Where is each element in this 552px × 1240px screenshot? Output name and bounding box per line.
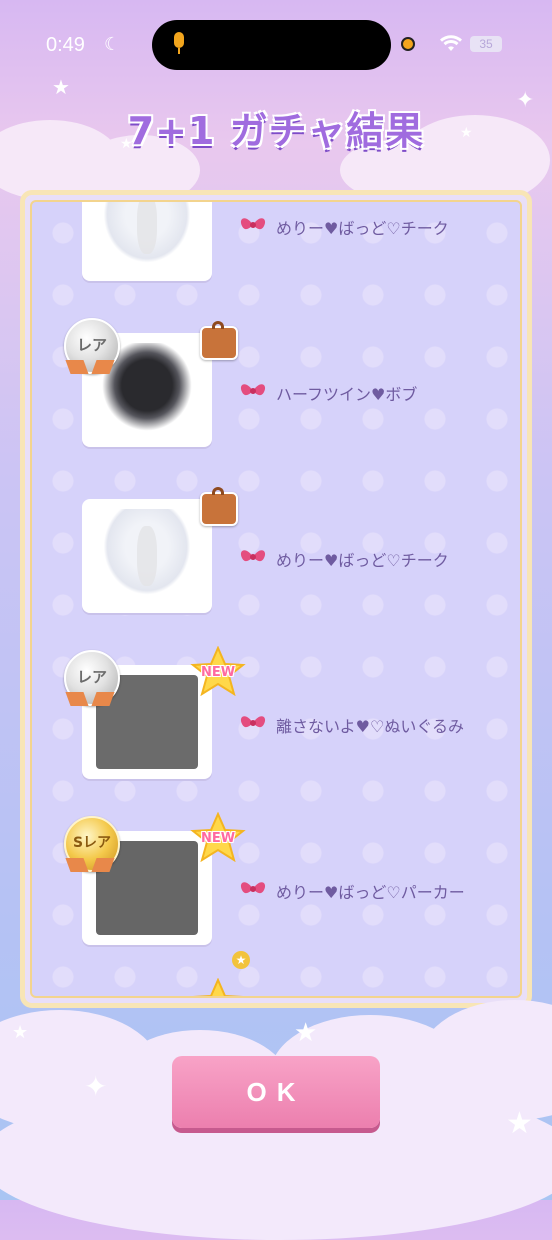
item-image (96, 509, 198, 603)
list-item[interactable]: NEW (32, 970, 520, 998)
moon-icon: ☾ (104, 34, 121, 55)
bow-icon (240, 384, 266, 396)
list-item[interactable]: めりー♥ばっど♡チーク (32, 472, 520, 638)
item-thumbnail (82, 997, 212, 998)
ribbon-icon (68, 692, 112, 706)
new-star-icon (190, 977, 246, 996)
dynamic-island (152, 20, 391, 70)
bag-icon (200, 321, 238, 360)
item-image (96, 202, 198, 271)
recording-dot-icon (401, 37, 415, 51)
sparkle-icon: ★ (506, 1106, 533, 1141)
star-icon: ★ (232, 951, 250, 969)
battery-indicator: 35 (470, 36, 502, 52)
list-item[interactable]: レア ハーフツイン♥ボブ (32, 306, 520, 472)
page-title: 7+1 ガチャ結果 (127, 109, 425, 153)
new-label: NEW (190, 997, 246, 998)
wifi-icon (440, 35, 462, 58)
item-thumbnail (82, 499, 212, 613)
item-name: めりー♥ばっど♡パーカー (276, 883, 465, 902)
bow-icon (240, 218, 266, 230)
ribbon-icon (68, 858, 112, 872)
item-name: めりー♥ばっど♡チーク (276, 219, 449, 238)
ribbon-icon (68, 360, 112, 374)
results-list: めりー♥ばっど♡チーク レア ハーフツイン♥ボブ めりー♥ばっど♡チーク レア … (32, 202, 520, 998)
bow-icon (240, 550, 266, 562)
sparkle-icon: ✦ (84, 1070, 108, 1103)
item-name: ハーフツイン♥ボブ (276, 385, 418, 404)
list-item[interactable]: レア NEW 離さないよ♥♡ぬいぐるみ (32, 638, 520, 804)
bag-icon (200, 487, 238, 526)
microphone-icon (174, 32, 184, 54)
sparkle-icon: ★ (12, 1022, 29, 1043)
status-bar: 0:49 ☾ 35 (0, 0, 552, 90)
results-list-viewport[interactable]: めりー♥ばっど♡チーク レア ハーフツイン♥ボブ めりー♥ばっど♡チーク レア … (30, 200, 522, 998)
item-name: 離さないよ♥♡ぬいぐるみ (276, 717, 465, 736)
ok-button[interactable]: OK (172, 1056, 380, 1128)
results-panel: めりー♥ばっど♡チーク レア ハーフツイン♥ボブ めりー♥ばっど♡チーク レア … (20, 190, 532, 1008)
status-time: 0:49 (46, 34, 85, 56)
sparkle-icon: ★ (52, 75, 70, 99)
bow-icon (240, 882, 266, 894)
list-item[interactable]: めりー♥ばっど♡チーク (32, 202, 520, 306)
item-thumbnail (82, 202, 212, 281)
bow-icon (240, 716, 266, 728)
list-item[interactable]: ★ Sレア NEW めりー♥ばっど♡パーカー (32, 804, 520, 970)
new-label: NEW (200, 665, 236, 680)
new-label: NEW (200, 831, 236, 846)
sparkle-icon: ★ (294, 1018, 318, 1048)
item-name: めりー♥ばっど♡チーク (276, 551, 449, 570)
